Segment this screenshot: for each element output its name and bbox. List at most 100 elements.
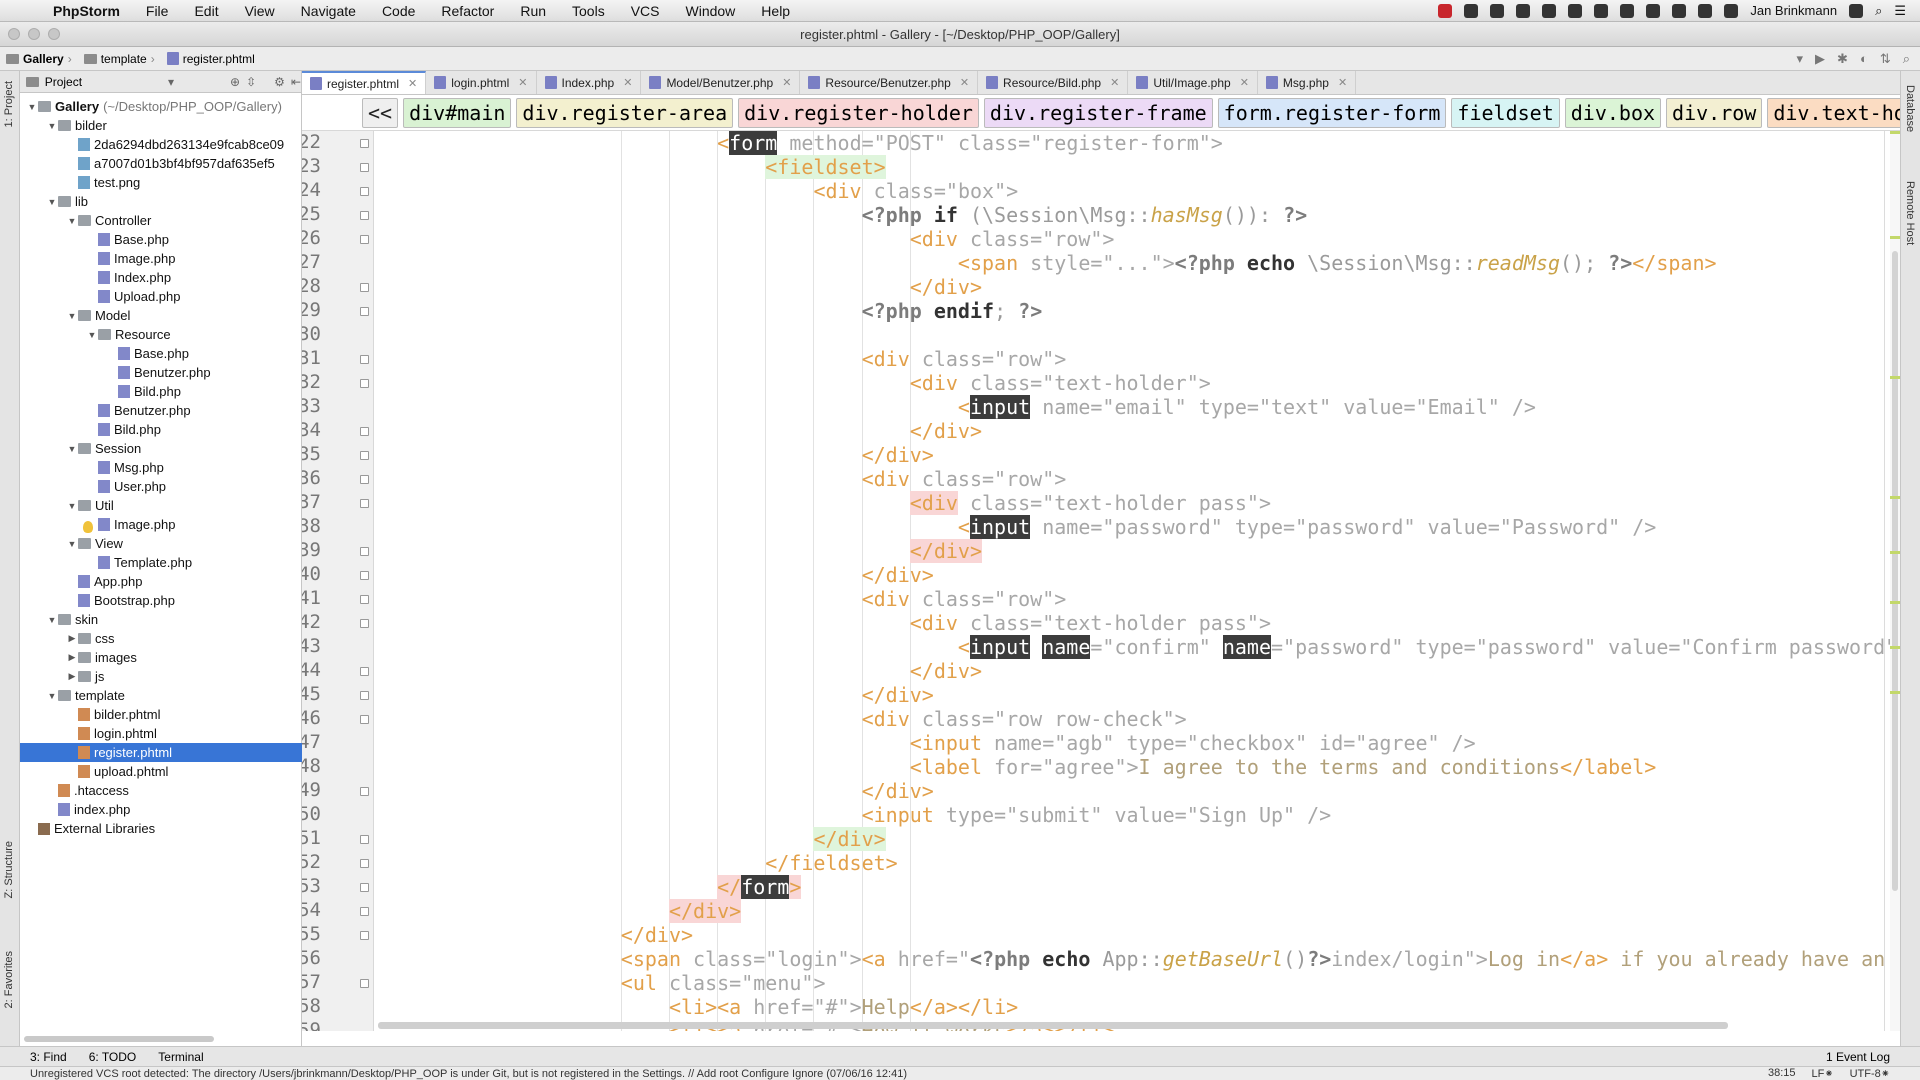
editor-tab[interactable]: login.phtml ✕ [426,71,537,94]
line-number[interactable]: 32 [302,371,321,393]
close-tab-icon[interactable]: ✕ [408,77,417,90]
vertical-scroll-thumb[interactable] [1892,251,1898,891]
tree-item[interactable]: ▼ Util [20,496,302,515]
code-line[interactable]: <li><a href="#">Help</a></li> [669,995,1018,1019]
code-line[interactable]: <input name="confirm" name="password" ty… [958,635,1897,659]
tree-item[interactable]: login.phtml [20,724,302,743]
code-line[interactable]: <input name="email" type="text" value="E… [958,395,1536,419]
code-line[interactable]: <form method="POST" class="register-form… [717,131,1223,155]
creative-cloud-icon[interactable] [1594,3,1609,18]
code-line[interactable]: <?php endif; ?> [862,299,1043,323]
fold-marker-icon[interactable] [360,931,369,940]
line-number[interactable]: 26 [302,227,321,249]
tree-item[interactable]: ▼ lib [20,192,302,211]
line-number[interactable]: 59 [302,1019,321,1031]
bluetooth-icon[interactable] [1698,3,1713,18]
menu-app-name[interactable]: PhpStorm [40,3,133,19]
time-machine-icon[interactable] [1724,3,1739,18]
editor-tab[interactable]: register.phtml ✕ [302,71,427,94]
tree-item[interactable]: Base.php [20,230,302,249]
fold-marker-icon[interactable] [360,835,369,844]
line-number-gutter[interactable]: 22 23 24 25 26 27 28 29 30 31 32 33 34 35 36 37 38 39 40 41… [302,131,374,1031]
close-tab-icon[interactable]: ✕ [1110,76,1119,89]
tree-item[interactable]: Benutzer.php [20,401,302,420]
code-line[interactable]: <div class="row row-check"> [862,707,1187,731]
tree-item[interactable]: ▼ bilder [20,116,302,135]
expanded-triangle-icon[interactable]: ▼ [66,539,78,549]
expanded-triangle-icon[interactable]: ▼ [66,216,78,226]
fold-marker-icon[interactable] [360,787,369,796]
code-line[interactable]: <span style="..."><?php echo \Session\Ms… [958,251,1717,275]
line-number[interactable]: 54 [302,899,321,921]
code-line[interactable]: <label for="agree">I agree to the terms … [910,755,1657,779]
line-number[interactable]: 27 [302,251,321,273]
code-line[interactable]: </fieldset> [765,851,897,875]
project-view-selector[interactable]: Project [45,75,162,89]
volume-icon[interactable] [1672,3,1687,18]
code-line[interactable]: </div> [668,899,742,923]
line-number[interactable]: 38 [302,515,321,537]
record-icon[interactable] [1438,3,1453,18]
tree-item[interactable]: a7007d01b3bf4bf957daf635ef5 [20,154,302,173]
line-number[interactable]: 39 [302,539,321,561]
code-line[interactable]: <div class="text-holder pass"> [910,611,1271,635]
line-number[interactable]: 22 [302,131,321,153]
line-number[interactable]: 37 [302,491,321,513]
code-line[interactable]: <div class="row"> [862,467,1067,491]
spotlight-search-icon[interactable]: ⌕ [1875,3,1882,19]
line-number[interactable]: 28 [302,275,321,297]
tree-item[interactable]: Index.php [20,268,302,287]
search-everywhere-icon[interactable]: ⌕ [1903,51,1910,67]
breadcrumb-back-button[interactable]: << [362,97,399,128]
tree-item[interactable]: ▶ css [20,629,302,648]
notification-center-icon[interactable]: ☰ [1894,3,1906,19]
fold-marker-icon[interactable] [360,379,369,388]
remote-host-tool-button[interactable]: Remote Host [1904,181,1916,245]
fold-marker-icon[interactable] [360,283,369,292]
fold-marker-icon[interactable] [360,163,369,172]
nav-crumb-gallery[interactable]: Gallery › [0,52,78,66]
line-number[interactable]: 23 [302,155,321,177]
line-number[interactable]: 34 [302,419,321,441]
horizontal-scrollbar[interactable] [378,1022,1728,1029]
expanded-triangle-icon[interactable]: ▼ [66,311,78,321]
zoom-window-button[interactable] [48,28,60,40]
code-line[interactable]: <div class="text-holder pass"> [909,491,1271,515]
fold-marker-icon[interactable] [360,667,369,676]
fold-marker-icon[interactable] [360,547,369,556]
tree-item[interactable]: .htaccess [20,781,302,800]
tree-item[interactable]: upload.phtml [20,762,302,781]
debug-icon[interactable]: ✱ [1837,51,1848,67]
code-editor[interactable]: 22 23 24 25 26 27 28 29 30 31 32 33 34 35 36 37 38 39 40 41… [302,131,1900,1031]
line-number[interactable]: 30 [302,323,321,345]
collapsed-triangle-icon[interactable]: ▶ [66,671,78,682]
html-breadcrumb-item[interactable]: form.register-form [1217,97,1447,128]
html-breadcrumb-item[interactable]: div.text-hold [1767,97,1900,128]
lock-icon[interactable] [1849,3,1864,18]
structure-tool-button[interactable]: Z: Structure [3,841,15,898]
line-number[interactable]: 57 [302,971,321,993]
fold-marker-icon[interactable] [360,595,369,604]
close-window-button[interactable] [8,28,20,40]
close-tab-icon[interactable]: ✕ [960,76,969,89]
tree-item[interactable]: ▼ Session [20,439,302,458]
file-encoding[interactable]: UTF-8⁕ [1850,1067,1890,1080]
collapse-all-icon[interactable]: ⇳ [246,75,256,89]
fold-marker-icon[interactable] [360,427,369,436]
line-number[interactable]: 41 [302,587,321,609]
tree-item[interactable]: 2da6294dbd263134e9fcab8ce09 [20,135,302,154]
close-tab-icon[interactable]: ✕ [518,76,527,89]
expanded-triangle-icon[interactable]: ▼ [46,121,58,131]
plus-tray-icon[interactable] [1516,3,1531,18]
code-line[interactable]: </div> [862,443,934,467]
tree-item[interactable]: Template.php [20,553,302,572]
expanded-triangle-icon[interactable]: ▼ [46,615,58,625]
view-dropdown-icon[interactable]: ▾ [168,75,174,89]
code-line[interactable]: </div> [621,923,693,947]
line-number[interactable]: 45 [302,683,321,705]
fold-marker-icon[interactable] [360,571,369,580]
terminal-tool-button[interactable]: Terminal [158,1050,203,1064]
line-number[interactable]: 43 [302,635,321,657]
menu-run[interactable]: Run [507,3,559,19]
line-number[interactable]: 49 [302,779,321,801]
